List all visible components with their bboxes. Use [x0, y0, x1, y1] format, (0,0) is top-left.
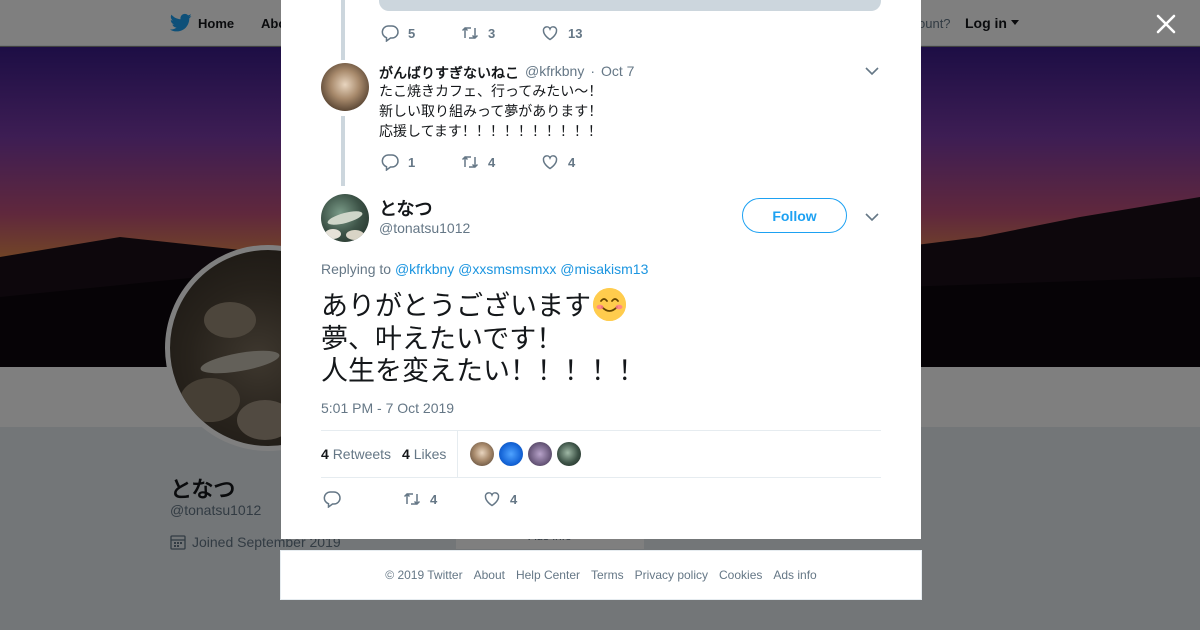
tweet-stats: 4 Retweets 4 Likes: [321, 430, 881, 478]
likes-stat-count: 4: [402, 446, 410, 462]
retweet-icon: [461, 26, 479, 40]
thread-connector: [341, 116, 345, 186]
smiling-face-emoji-icon: [593, 288, 626, 321]
footer-link-terms[interactable]: Terms: [591, 568, 624, 582]
retweets-stat-label: Retweets: [332, 446, 392, 462]
main-tweet-actions: 4 4: [323, 490, 517, 508]
tweet-text-line-1: ありがとうございます: [321, 291, 591, 321]
reply-author-name[interactable]: がんばりすぎないねこ: [379, 63, 519, 83]
likes-stat-label: Likes: [413, 446, 447, 462]
retweets-stat-count: 4: [321, 446, 329, 462]
liker-avatar[interactable]: [528, 442, 552, 466]
footer-link-ads-info[interactable]: Ads info: [773, 568, 816, 582]
stats-divider: [457, 431, 458, 477]
tweet-permalink-modal: 5 3 13 がんばりすぎないねこ @kfrkbny · Oct 7 たこ焼きカ…: [281, 0, 921, 539]
liker-avatar[interactable]: [499, 442, 523, 466]
liker-avatar[interactable]: [557, 442, 581, 466]
reply-separator: ·: [590, 63, 596, 79]
retweet-count: 4: [430, 491, 438, 507]
tweet-text-line-3: 人生を変えたい！！！！！: [321, 356, 645, 386]
retweet-button[interactable]: 4: [461, 153, 541, 171]
reply-tweet-text: たこ焼きカフェ、行ってみたい〜！ 新しい取り組みって夢があります！ 応援してます…: [379, 81, 859, 141]
like-count: 4: [510, 491, 518, 507]
main-author-avatar[interactable]: [321, 194, 369, 242]
reply-icon: [323, 491, 341, 508]
reply-text-line: たこ焼きカフェ、行ってみたい〜！: [379, 83, 603, 99]
retweet-icon: [403, 492, 421, 506]
reply-author-avatar[interactable]: [321, 63, 369, 111]
retweet-icon: [461, 155, 479, 169]
reply-count: 5: [408, 25, 416, 41]
heart-icon: [542, 155, 558, 170]
chevron-down-icon[interactable]: [863, 208, 881, 226]
reply-button[interactable]: 5: [381, 24, 461, 42]
prev-tweet-actions: 5 3 13: [381, 24, 582, 42]
reply-button[interactable]: [323, 490, 403, 508]
follow-button[interactable]: Follow: [742, 198, 847, 233]
footer-link-help-center[interactable]: Help Center: [516, 568, 580, 582]
heart-icon: [484, 492, 500, 507]
likes-stat[interactable]: 4 Likes: [402, 446, 446, 462]
reply-text-line: 応援してます！！！！！！！！！！: [379, 123, 602, 139]
reply-author-handle[interactable]: @kfrkbny: [525, 63, 584, 83]
reply-icon: [381, 25, 399, 42]
retweets-stat[interactable]: 4 Retweets: [321, 446, 391, 462]
retweet-button[interactable]: 3: [461, 24, 541, 42]
reply-tweet-actions: 1 4 4: [381, 153, 575, 171]
main-author-name[interactable]: となつ: [379, 195, 432, 221]
liker-avatar[interactable]: [470, 442, 494, 466]
footer-copyright: © 2019 Twitter: [385, 568, 463, 582]
tweet-timestamp[interactable]: 5:01 PM - 7 Oct 2019: [321, 400, 454, 416]
tweet-text-line-2: 夢、叶えたいです！: [321, 323, 564, 354]
reply-text-line: 新しい取り組みって夢があります！: [379, 103, 603, 119]
reply-count: 1: [408, 154, 416, 170]
footer-link-cookies[interactable]: Cookies: [719, 568, 762, 582]
footer-link-privacy[interactable]: Privacy policy: [635, 568, 708, 582]
replying-to: Replying to @kfrkbny @xxsmsmsmxx @misaki…: [321, 261, 648, 277]
close-icon[interactable]: [1152, 10, 1180, 38]
retweet-button[interactable]: 4: [403, 490, 483, 508]
heart-icon: [542, 26, 558, 41]
like-button[interactable]: 13: [541, 24, 582, 42]
link-card-remnant[interactable]: [379, 0, 881, 11]
like-count: 13: [568, 25, 583, 41]
main-author-handle[interactable]: @tonatsu1012: [379, 220, 470, 236]
like-button[interactable]: 4: [541, 153, 575, 171]
like-button[interactable]: 4: [483, 490, 517, 508]
retweet-count: 3: [488, 25, 496, 41]
mention-link[interactable]: @xxsmsmsmxx: [458, 261, 556, 277]
tweet-text-line: ありがとうございます: [321, 288, 881, 323]
reply-button[interactable]: 1: [381, 153, 461, 171]
retweet-count: 4: [488, 154, 496, 170]
main-tweet-text: ありがとうございます 夢、叶えたいです！ 人生を変えたい！！！！！: [321, 288, 881, 388]
footer-link-about[interactable]: About: [474, 568, 505, 582]
chevron-down-icon[interactable]: [863, 62, 881, 80]
mention-link[interactable]: @misakism13: [560, 261, 648, 277]
reply-date[interactable]: Oct 7: [601, 63, 634, 83]
like-count: 4: [568, 154, 576, 170]
reply-icon: [381, 154, 399, 171]
modal-footer: © 2019 Twitter About Help Center Terms P…: [280, 550, 922, 600]
replying-to-label: Replying to: [321, 261, 392, 277]
thread-connector: [341, 0, 345, 60]
reply-tweet-header: がんばりすぎないねこ @kfrkbny · Oct 7: [379, 63, 634, 83]
mention-link[interactable]: @kfrkbny: [395, 261, 454, 277]
